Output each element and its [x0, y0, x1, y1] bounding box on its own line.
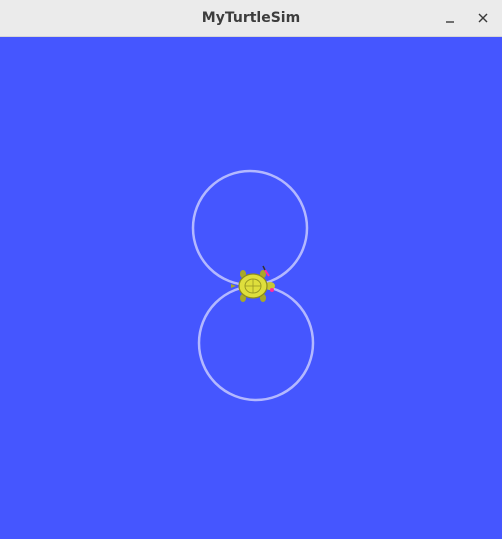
turtlesim-window: MyTurtleSim — [0, 0, 502, 539]
turtle-canvas — [0, 37, 502, 539]
upper-trail-loop — [191, 169, 309, 287]
lower-trail-loop — [197, 284, 315, 402]
minimize-button[interactable] — [437, 6, 463, 30]
trail-drawing — [191, 169, 315, 402]
minimize-icon — [446, 21, 454, 23]
window-title: MyTurtleSim — [201, 10, 301, 26]
title-bar[interactable]: MyTurtleSim — [0, 0, 502, 37]
close-icon — [478, 13, 488, 23]
close-button[interactable] — [470, 6, 496, 30]
